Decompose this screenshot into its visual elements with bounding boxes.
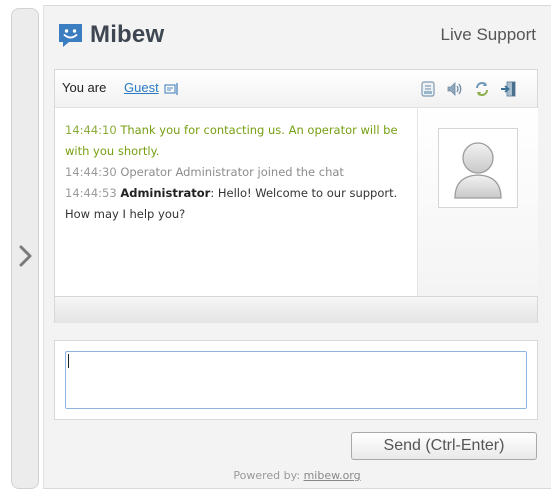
header: Mibew Live Support [44,6,550,64]
sound-icon[interactable] [446,80,464,98]
message-item: 14:44:53 Administrator: Hello! Welcome t… [65,183,407,225]
text-caret [68,354,69,368]
user-silhouette-icon [454,142,502,199]
brand-logo[interactable]: Mibew [57,20,164,50]
exit-icon[interactable] [499,80,517,98]
message-item: 14:44:10 Thank you for contacting us. An… [65,120,407,162]
change-name-icon[interactable] [164,81,180,97]
message-time: 14:44:30 [65,165,117,179]
chat-toolbar: You are Guest [55,70,537,108]
powered-by-label: Powered by: [233,469,301,482]
message-time: 14:44:53 [65,186,117,200]
brand-name: Mibew [90,21,165,48]
powered-by-footer: Powered by: mibew.org [44,469,550,482]
operator-avatar [438,128,518,208]
message-thread: 14:44:10 Thank you for contacting us. An… [55,108,417,296]
mail-transcript-icon[interactable] [419,80,437,98]
message-text: Operator Administrator joined the chat [120,165,344,179]
expand-panel-button[interactable] [12,239,40,279]
refresh-icon[interactable] [473,80,491,98]
side-panel-toggle-rail [11,8,39,489]
message-author: Administrator [120,186,211,200]
speech-bubble-smiley-icon [59,23,82,47]
guest-name-link[interactable]: Guest [124,80,159,95]
page-title: Live Support [440,25,536,44]
chat-thread-footer [55,296,537,323]
message-input[interactable] [65,351,527,409]
chat-thread-box: You are Guest 14:44:10 Thank you for con… [54,69,538,323]
operator-sidebar [417,108,538,296]
chevron-right-icon [12,245,40,267]
send-button[interactable]: Send (Ctrl-Enter) [351,432,537,460]
message-time: 14:44:10 [65,123,117,137]
message-item: 14:44:30 Operator Administrator joined t… [65,162,407,183]
chat-window: Mibew Live Support You are Guest 14:44:1… [43,5,551,489]
you-are-label: You are [62,80,107,95]
mibew-link[interactable]: mibew.org [304,469,361,482]
message-entry-box [54,340,538,420]
